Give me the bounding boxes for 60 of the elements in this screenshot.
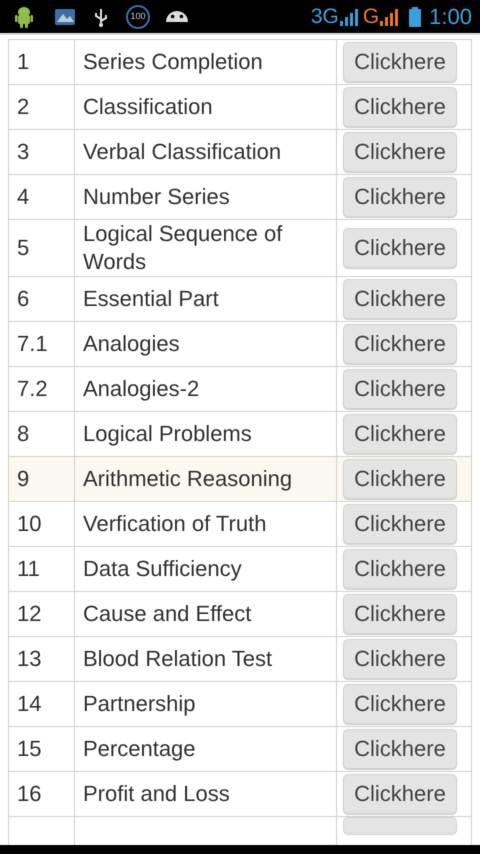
clickhere-button[interactable]: Clickhere	[343, 549, 457, 589]
clickhere-button[interactable]: Clickhere	[343, 228, 457, 268]
clickhere-button[interactable]: Clickhere	[343, 177, 457, 217]
network-type: G	[362, 4, 380, 30]
table-cell: 5	[8, 220, 74, 276]
signal-icon	[379, 8, 400, 26]
image-icon	[54, 6, 76, 26]
table-cell: 4	[8, 174, 74, 220]
signal-icon	[338, 8, 359, 26]
clickhere-button[interactable]: Clickhere	[343, 504, 457, 544]
table-cell: 11	[8, 546, 74, 592]
table-cell: Partnership	[74, 682, 336, 726]
table-cell: Essential Part	[74, 276, 336, 322]
table-cell: 12	[8, 592, 74, 636]
clickhere-button[interactable]: Clickhere	[343, 414, 457, 454]
clickhere-button[interactable]: Clickhere	[343, 594, 457, 634]
table-cell: 7.1	[8, 322, 74, 366]
battery-level-icon: 100	[126, 4, 150, 28]
table-cell: Number Series	[74, 174, 336, 220]
table-cell: 2	[8, 84, 74, 130]
android-icon	[14, 6, 34, 28]
table-cell: Data Sufficiency	[74, 546, 336, 592]
table-cell: 7.2	[8, 366, 74, 412]
clickhere-button[interactable]: Clickhere	[343, 324, 457, 364]
table-cell: 10	[8, 502, 74, 546]
table-cell: Logical Sequence of Words	[74, 220, 336, 276]
clickhere-button[interactable]: Clickhere	[343, 684, 457, 724]
network-type: 3G	[310, 4, 339, 30]
table-cell: Verfication of Truth	[74, 502, 336, 546]
table-cell: 9	[8, 456, 74, 502]
clickhere-button[interactable]: Clickhere	[343, 87, 457, 127]
clickhere-button[interactable]: Clickhere	[343, 132, 457, 172]
table-cell: 3	[8, 130, 74, 174]
table-cell: Classification	[74, 84, 336, 130]
table-cell: Percentage	[74, 726, 336, 772]
table-cell: Blood Relation Test	[74, 636, 336, 682]
table-cell: Arithmetic Reasoning	[74, 456, 336, 502]
table-cell: Profit and Loss	[74, 772, 336, 816]
table-cell: Cause and Effect	[74, 592, 336, 636]
clickhere-button[interactable]: Clickhere	[343, 774, 457, 814]
table-cell: 14	[8, 682, 74, 726]
table-cell: Analogies	[74, 322, 336, 366]
table-cell: 1	[8, 40, 74, 84]
robot-icon	[166, 11, 188, 22]
usb-icon	[94, 6, 108, 26]
table-cell: Series Completion	[74, 40, 336, 84]
clickhere-button[interactable]: Clickhere	[343, 42, 457, 82]
table-cell: 15	[8, 726, 74, 772]
clock-time: 1:00	[429, 3, 472, 31]
battery-icon	[409, 6, 422, 26]
table-cell: 6	[8, 276, 74, 322]
table-cell: Analogies-2	[74, 366, 336, 412]
clickhere-button[interactable]: Clickhere	[343, 369, 457, 409]
clickhere-button[interactable]: Clickhere	[343, 279, 457, 319]
clickhere-button[interactable]: Clickhere	[343, 729, 457, 769]
clickhere-button[interactable]: Clickhere	[343, 459, 457, 499]
table-cell: 16	[8, 772, 74, 816]
table-cell: 13	[8, 636, 74, 682]
table-cell: Verbal Classification	[74, 130, 336, 174]
clickhere-button[interactable]: Clickhere	[343, 639, 457, 679]
